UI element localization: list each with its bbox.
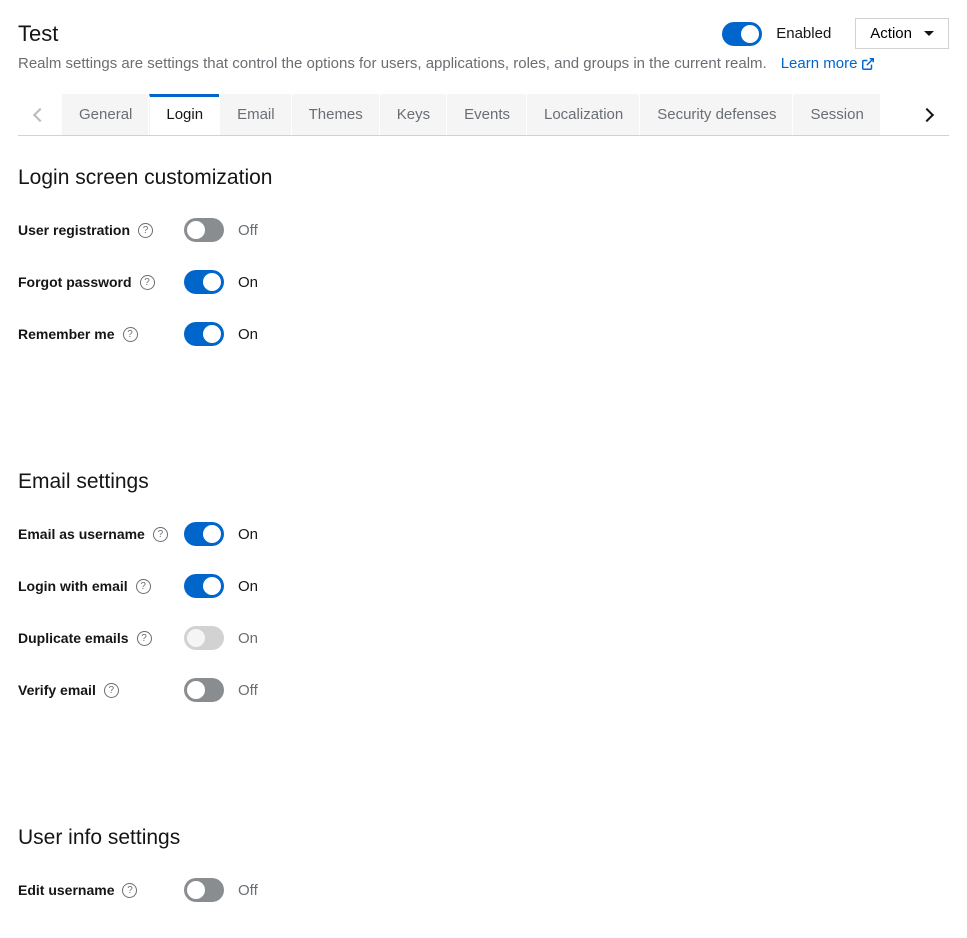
toggle-state-label: On <box>238 630 258 647</box>
help-icon[interactable]: ? <box>153 527 168 542</box>
user-registration-toggle[interactable] <box>184 218 224 242</box>
tab-keys[interactable]: Keys <box>380 94 446 135</box>
toggle-state-label: On <box>238 526 258 543</box>
remember-me-toggle[interactable] <box>184 322 224 346</box>
tabs-bar: GeneralLoginEmailThemesKeysEventsLocaliz… <box>18 94 949 136</box>
help-icon[interactable]: ? <box>136 579 151 594</box>
external-link-icon <box>861 57 875 71</box>
help-icon[interactable]: ? <box>137 631 152 646</box>
tabs-scroll-right-button[interactable] <box>905 94 949 135</box>
toggle-state-label: Off <box>238 882 258 899</box>
tab-security-defenses[interactable]: Security defenses <box>640 94 792 135</box>
setting-label-text: Login with email <box>18 578 128 594</box>
chevron-left-icon <box>33 107 47 121</box>
tab-general[interactable]: General <box>62 94 148 135</box>
learn-more-label: Learn more <box>781 55 858 72</box>
setting-label-text: User registration <box>18 222 130 238</box>
help-icon[interactable]: ? <box>123 327 138 342</box>
tab-themes[interactable]: Themes <box>292 94 379 135</box>
page-header: Test Enabled Action Realm settings are s… <box>0 0 967 136</box>
setting-label-text: Duplicate emails <box>18 630 129 646</box>
section-title: Login screen customization <box>18 166 949 190</box>
setting-row-login-with-email: Login with email? On <box>18 560 949 612</box>
action-dropdown-button[interactable]: Action <box>855 18 949 49</box>
setting-row-remember-me: Remember me? On <box>18 308 949 360</box>
edit-username-toggle[interactable] <box>184 878 224 902</box>
setting-row-verify-email: Verify email? Off <box>18 664 949 716</box>
setting-label-text: Remember me <box>18 326 115 342</box>
login-with-email-toggle[interactable] <box>184 574 224 598</box>
setting-label: Remember me? <box>18 326 184 342</box>
learn-more-link[interactable]: Learn more <box>781 55 876 72</box>
page-title: Test <box>18 21 58 47</box>
setting-label: Email as username? <box>18 526 184 542</box>
toggle-state-label: On <box>238 578 258 595</box>
forgot-password-toggle[interactable] <box>184 270 224 294</box>
tab-login[interactable]: Login <box>149 94 219 135</box>
setting-label: Edit username? <box>18 882 184 898</box>
toggle-state-label: On <box>238 326 258 343</box>
tab-email[interactable]: Email <box>220 94 291 135</box>
help-icon[interactable]: ? <box>140 275 155 290</box>
toggle-state-label: Off <box>238 682 258 699</box>
page-description: Realm settings are settings that control… <box>18 55 767 72</box>
help-icon[interactable]: ? <box>122 883 137 898</box>
toggle-state-label: On <box>238 274 258 291</box>
setting-row-email-as-username: Email as username? On <box>18 508 949 560</box>
setting-label: User registration? <box>18 222 184 238</box>
setting-label: Login with email? <box>18 578 184 594</box>
setting-row-forgot-password: Forgot password? On <box>18 256 949 308</box>
duplicate-emails-toggle <box>184 626 224 650</box>
setting-label: Verify email? <box>18 682 184 698</box>
toggle-state-label: Off <box>238 222 258 239</box>
setting-label: Duplicate emails? <box>18 630 184 646</box>
setting-row-duplicate-emails: Duplicate emails? On <box>18 612 949 664</box>
tab-localization[interactable]: Localization <box>527 94 639 135</box>
setting-label-text: Email as username <box>18 526 145 542</box>
help-icon[interactable]: ? <box>104 683 119 698</box>
caret-down-icon <box>924 31 934 36</box>
section-title: Email settings <box>18 470 949 494</box>
chevron-right-icon <box>920 107 934 121</box>
setting-label-text: Edit username <box>18 882 114 898</box>
setting-row-edit-username: Edit username? Off <box>18 864 949 916</box>
setting-label: Forgot password? <box>18 274 184 290</box>
verify-email-toggle[interactable] <box>184 678 224 702</box>
setting-label-text: Verify email <box>18 682 96 698</box>
tab-session[interactable]: Session <box>793 94 879 135</box>
tab-events[interactable]: Events <box>447 94 526 135</box>
tab-content: Login screen customization User registrat… <box>0 136 967 938</box>
section-title: User info settings <box>18 826 949 850</box>
realm-enabled-toggle[interactable] <box>722 22 762 46</box>
tabs-scroll-left-button[interactable] <box>18 94 62 135</box>
help-icon[interactable]: ? <box>138 223 153 238</box>
realm-enabled-label: Enabled <box>776 25 831 42</box>
setting-label-text: Forgot password <box>18 274 132 290</box>
action-dropdown-label: Action <box>870 25 912 42</box>
email-as-username-toggle[interactable] <box>184 522 224 546</box>
setting-row-user-registration: User registration? Off <box>18 204 949 256</box>
